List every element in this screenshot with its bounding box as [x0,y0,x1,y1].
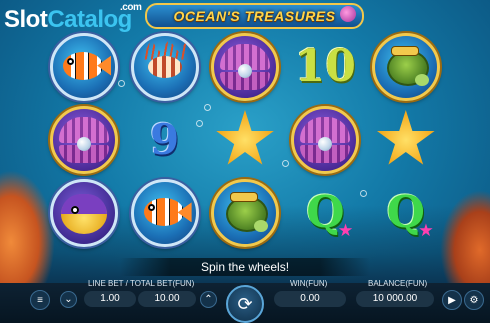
status-message: Spin the wheels! [120,258,370,276]
settings-icon: ⚙ [469,294,479,306]
balance-label: BALANCE(FUN) [368,279,428,288]
reel-cell [205,177,285,250]
balance-value: 10 000.00 [356,291,434,307]
autoplay-button[interactable]: ▶ [442,290,462,310]
reel-cell [44,177,124,250]
bubble-decoration [118,80,125,87]
spin-button[interactable]: ⟳ [226,285,264,323]
settings-button[interactable]: ⚙ [464,290,484,310]
win-value: 0.00 [274,291,346,307]
game-title: OCEAN'S TREASURES [173,8,336,24]
reel-cell [44,103,124,176]
pufferfish-symbol-icon [50,179,119,248]
queen-symbol: Q [306,191,353,237]
reel-cell: Q [366,177,446,250]
clownfish-symbol-icon [130,179,199,248]
win-label: WIN(FUN) [290,279,328,288]
spin-icon: ⟳ [237,293,253,314]
reel-cell [205,30,285,103]
clam-pearl-symbol-icon [210,32,279,101]
reel-cell: Q [285,177,365,250]
menu-icon: ≡ [37,294,43,306]
watermark-slot: Slot [4,6,48,33]
turtle-symbol-icon [371,32,440,101]
reel-cell [366,30,446,103]
starfish-symbol-icon [216,109,274,165]
bet-increase-button[interactable]: ⌃ [200,291,217,308]
line-bet-value: 1.00 [84,291,136,307]
reel-cell [205,103,285,176]
clam-pearl-symbol-icon [291,105,360,174]
clam-pearl-symbol-icon [50,105,119,174]
turtle-symbol-icon [210,179,279,248]
shell-icon-right [340,6,356,22]
menu-button[interactable]: ≡ [30,290,50,310]
bubble-decoration [282,160,289,167]
watermark-com: .com [120,2,142,13]
clownfish-symbol-icon [50,32,119,101]
nine-symbol: 9 [149,114,180,164]
lionfish-symbol-icon [130,32,199,101]
starfish-symbol-icon [376,109,435,165]
total-bet-value: 10.00 [138,291,196,307]
bubble-decoration [360,190,367,197]
coral-decoration-right [440,190,490,290]
queen-symbol: Q [387,191,433,237]
line-bet-label: LINE BET / TOTAL BET(FUN) [88,279,195,288]
bet-decrease-button[interactable]: ⌄ [60,291,77,308]
game-title-banner: OCEAN'S TREASURES [145,3,364,29]
reel-cell [44,30,124,103]
autoplay-icon: ▶ [448,294,456,306]
chevron-up-icon: ⌃ [204,294,213,305]
reel-cell [366,103,446,176]
bubble-decoration [196,120,203,127]
bubble-decoration [204,104,211,111]
reel-cell: 9 [124,103,204,176]
reel-cell [124,177,204,250]
ten-symbol: 10 [294,40,356,92]
reel-grid: 10 9 Q Q [44,30,446,250]
chevron-down-icon: ⌄ [64,294,73,305]
reel-cell [124,30,204,103]
reel-cell [285,103,365,176]
reel-cell: 10 [285,30,365,103]
